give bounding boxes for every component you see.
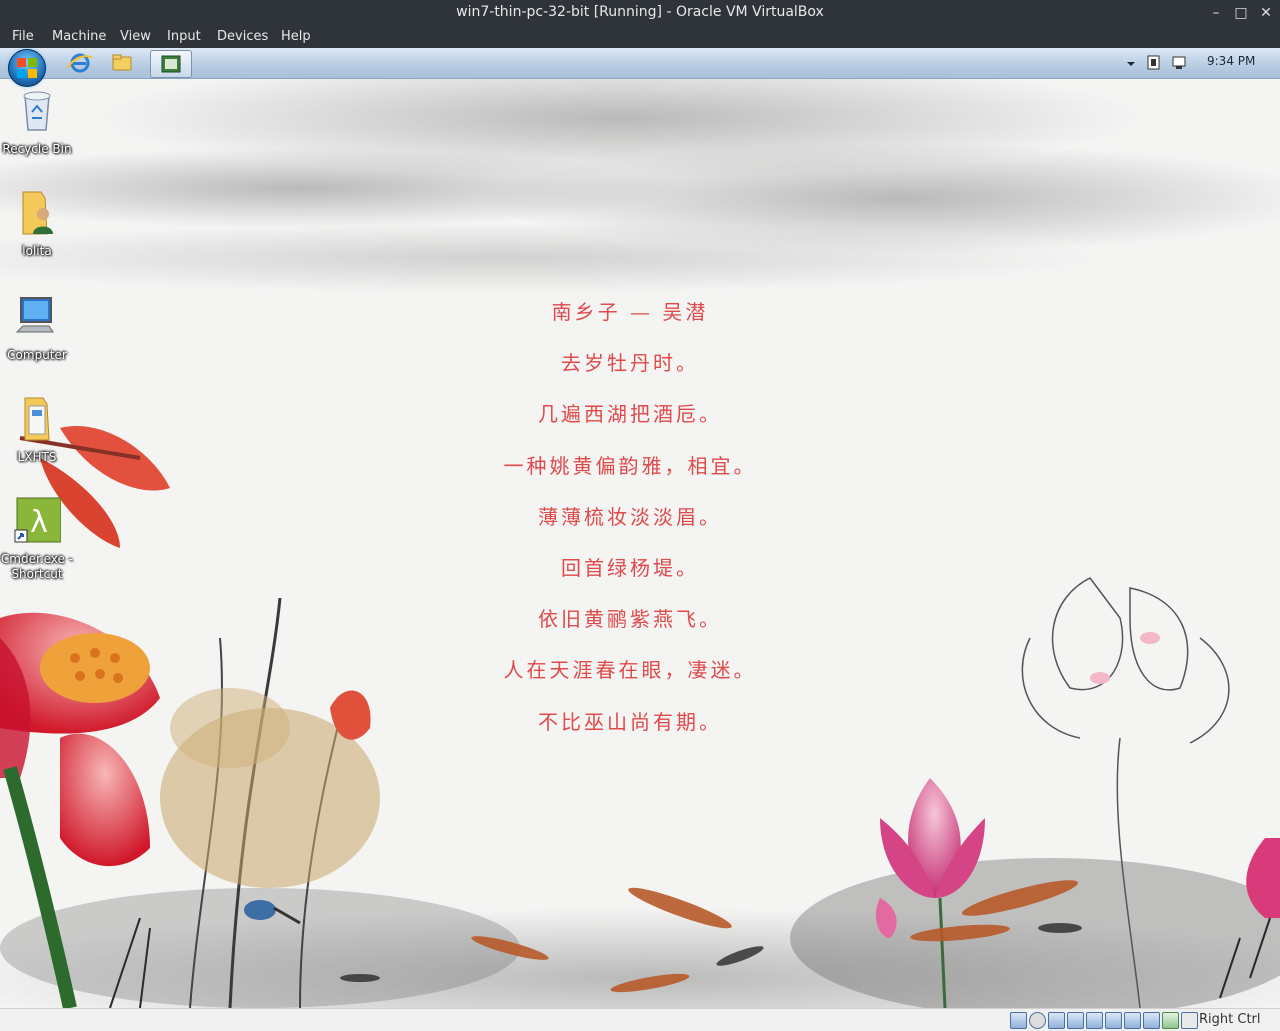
computer-icon bbox=[15, 297, 54, 333]
internet-explorer-icon bbox=[67, 53, 93, 73]
desktop-icon-label: Shortcut bbox=[11, 567, 63, 581]
taskbar-windows-explorer[interactable] bbox=[102, 50, 142, 76]
windows-taskbar: 9:34 PM bbox=[0, 48, 1280, 87]
virtualbox-guest-app-icon bbox=[161, 55, 181, 73]
desktop-icon-lxhts[interactable]: LXHTS bbox=[0, 394, 75, 465]
audio-icon[interactable] bbox=[1048, 1012, 1065, 1029]
lotus-ink-wallpaper bbox=[0, 78, 1280, 1008]
maximize-button[interactable]: □ bbox=[1230, 3, 1252, 23]
menu-file[interactable]: File bbox=[12, 29, 34, 44]
window-title: win7-thin-pc-32-bit [Running] - Oracle V… bbox=[456, 4, 824, 20]
host-key-label: Right Ctrl bbox=[1199, 1012, 1261, 1027]
action-center-icon[interactable] bbox=[1146, 54, 1162, 72]
poem-line: 一种姚黄偏韵雅，相宜。 bbox=[503, 454, 757, 478]
user-folder-icon bbox=[22, 191, 53, 235]
hard-disk-icon[interactable] bbox=[1010, 1012, 1027, 1029]
close-button[interactable]: ✕ bbox=[1255, 3, 1277, 23]
desktop-icon-user-folder[interactable]: lolita bbox=[0, 188, 75, 259]
menu-machine[interactable]: Machine bbox=[52, 29, 106, 44]
network-icon[interactable] bbox=[1170, 54, 1188, 72]
taskbar-guest-app[interactable] bbox=[150, 50, 192, 78]
poem-line: 薄薄梳妆淡淡眉。 bbox=[538, 505, 722, 529]
show-hidden-icons-chevron[interactable] bbox=[1124, 54, 1138, 72]
desktop-icon-recycle-bin[interactable]: Recycle Bin bbox=[0, 86, 75, 157]
desktop-icon-cmder-shortcut[interactable]: λ Cmder.exe - Shortcut bbox=[0, 496, 75, 582]
shared-folders-icon[interactable] bbox=[1105, 1012, 1122, 1029]
poem-title: 南乡子 — 吴潜 bbox=[551, 300, 709, 324]
start-button[interactable] bbox=[8, 49, 46, 87]
host-menu-bar: File Machine View Input Devices Help bbox=[0, 27, 1280, 48]
taskbar-clock[interactable]: 9:34 PM bbox=[1207, 54, 1255, 68]
desktop-icon-label: Recycle Bin bbox=[2, 142, 72, 156]
guest-screen: 9:34 PM Recycle Bin lolita Computer LXHT… bbox=[0, 48, 1280, 1008]
usb-icon[interactable] bbox=[1086, 1012, 1103, 1029]
menu-help[interactable]: Help bbox=[281, 29, 311, 44]
menu-view[interactable]: View bbox=[120, 29, 151, 44]
windows-logo-icon bbox=[17, 58, 37, 78]
poem-line: 人在天涯春在眼，凄迷。 bbox=[503, 658, 757, 682]
virtualbox-status-bar: Right Ctrl bbox=[0, 1008, 1280, 1031]
desktop-icon-label: LXHTS bbox=[17, 450, 57, 464]
minimize-button[interactable]: – bbox=[1205, 3, 1227, 23]
optical-drive-icon[interactable] bbox=[1029, 1012, 1046, 1029]
poem-line: 回首绿杨堤。 bbox=[561, 556, 699, 580]
desktop-icon-label: lolita bbox=[22, 244, 52, 258]
svg-text:λ: λ bbox=[30, 505, 48, 540]
menu-input[interactable]: Input bbox=[167, 29, 201, 44]
display-icon[interactable] bbox=[1124, 1012, 1141, 1029]
keyboard-capture-icon[interactable] bbox=[1181, 1012, 1198, 1029]
menu-devices[interactable]: Devices bbox=[217, 29, 268, 44]
poem-line: 几遍西湖把酒卮。 bbox=[538, 402, 722, 426]
poem-line: 依旧黄鹂紫燕飞。 bbox=[538, 607, 722, 631]
folder-icon bbox=[24, 397, 50, 441]
taskbar-internet-explorer[interactable] bbox=[60, 50, 100, 76]
video-capture-icon[interactable] bbox=[1143, 1012, 1160, 1029]
network-adapter-icon[interactable] bbox=[1067, 1012, 1084, 1029]
desktop-icon-label: Computer bbox=[7, 348, 67, 362]
desktop-icon-label: Cmder.exe - bbox=[0, 552, 74, 566]
cmder-shortcut-icon: λ bbox=[14, 497, 62, 543]
desktop-icon-computer[interactable]: Computer bbox=[0, 292, 75, 363]
windows-explorer-icon bbox=[112, 54, 132, 71]
poem-line: 不比巫山尚有期。 bbox=[538, 710, 722, 734]
poem-line: 去岁牡丹时。 bbox=[561, 351, 699, 375]
recycle-bin-icon bbox=[23, 91, 51, 131]
host-title-bar: win7-thin-pc-32-bit [Running] - Oracle V… bbox=[0, 0, 1280, 27]
cpu-icon[interactable] bbox=[1162, 1012, 1179, 1029]
